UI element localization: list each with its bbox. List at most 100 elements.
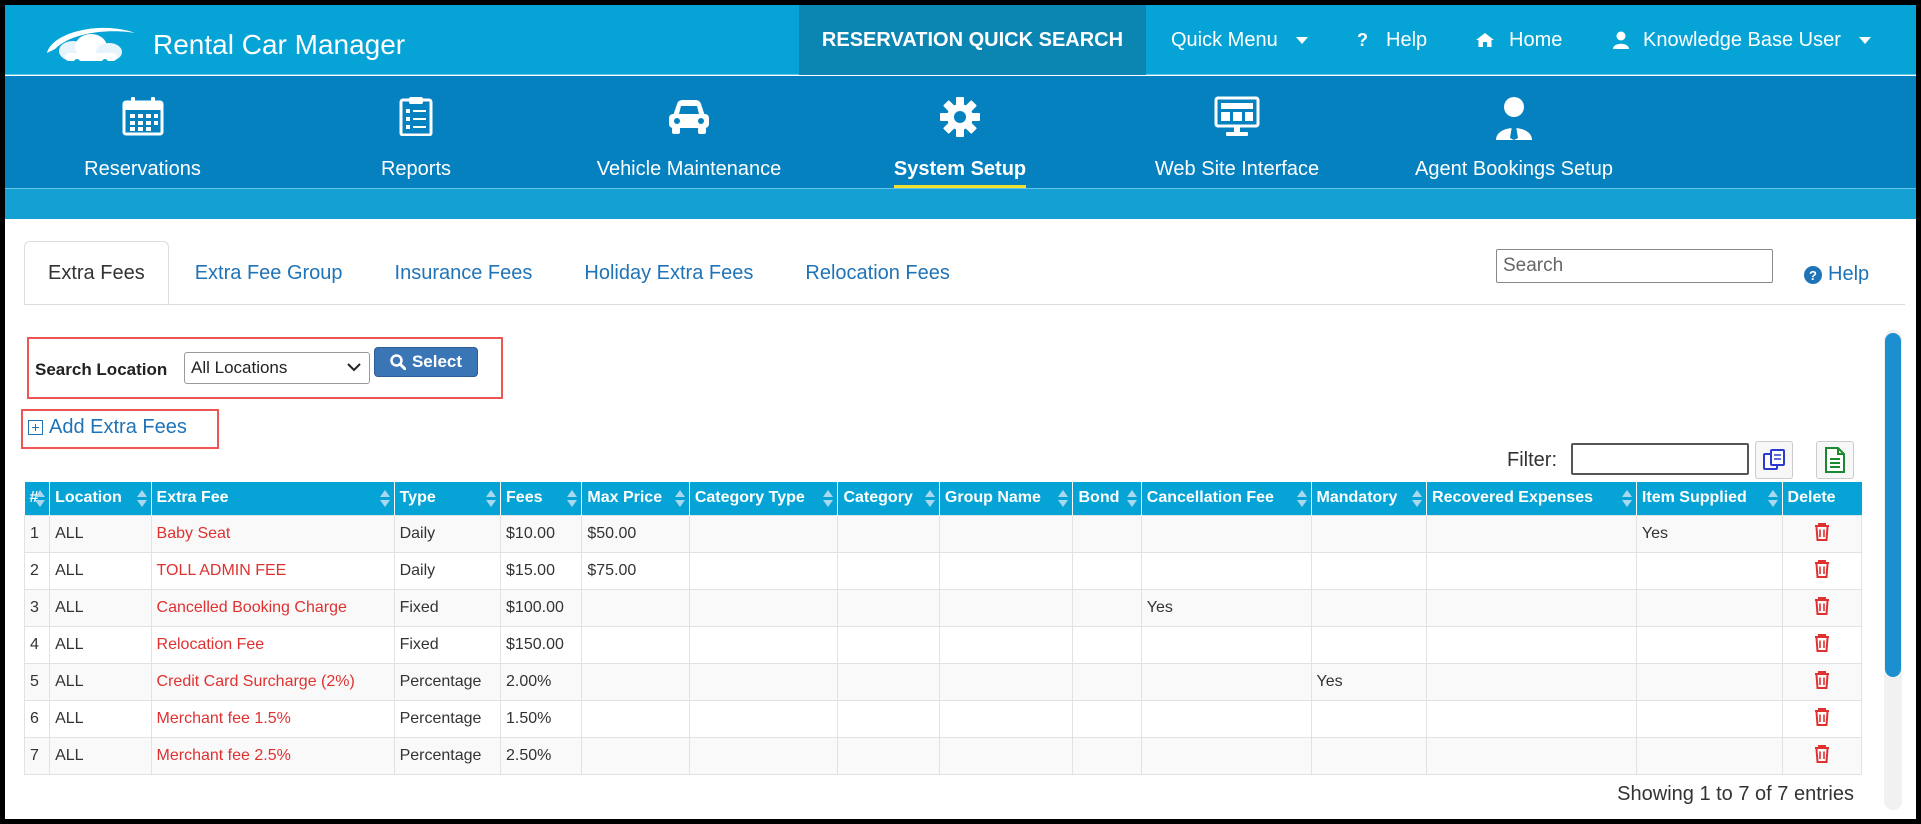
- column-header-mandatory[interactable]: Mandatory: [1310, 482, 1427, 515]
- table-cell: [1426, 736, 1637, 775]
- table-cell: [938, 588, 1074, 627]
- location-select[interactable]: All Locations: [184, 352, 370, 384]
- column-header-recovered-expenses[interactable]: Recovered Expenses: [1426, 482, 1637, 515]
- help-link[interactable]: ? Help: [1804, 263, 1869, 286]
- column-header-extra-fee[interactable]: Extra Fee: [150, 482, 395, 515]
- module-system-setup[interactable]: System Setup: [888, 76, 1032, 188]
- entries-info: Showing 1 to 7 of 7 entries: [1617, 783, 1854, 805]
- table-cell: [1072, 588, 1142, 627]
- table-cell: [938, 662, 1074, 701]
- tab-holiday-extra-fees[interactable]: Holiday Extra Fees: [558, 241, 779, 305]
- sort-icon: [379, 490, 390, 507]
- column-header-category[interactable]: Category: [837, 482, 940, 515]
- table-cell: $100.00: [500, 588, 583, 627]
- cloud-car-logo-icon: [47, 27, 135, 65]
- extra-fee-link[interactable]: Relocation Fee: [150, 625, 395, 664]
- module-web-site-interface[interactable]: Web Site Interface: [1147, 76, 1327, 188]
- table-cell: [1310, 699, 1428, 738]
- table-cell: 6: [23, 699, 51, 738]
- sort-icon: [1126, 490, 1137, 507]
- filter-input[interactable]: [1571, 443, 1749, 475]
- delete-button[interactable]: [1781, 514, 1863, 553]
- extra-fee-link[interactable]: Merchant fee 1.5%: [150, 699, 395, 738]
- extra-fee-link[interactable]: Merchant fee 2.5%: [150, 736, 395, 775]
- extra-fee-link[interactable]: Credit Card Surcharge (2%): [150, 662, 395, 701]
- table-row: 2 ALL TOLL ADMIN FEE Daily $15.00 $75.00: [23, 551, 1863, 590]
- search-input[interactable]: [1496, 249, 1773, 283]
- module-vehicle-maintenance[interactable]: Vehicle Maintenance: [589, 76, 789, 188]
- table-row: 7 ALL Merchant fee 2.5% Percentage 2.50%: [23, 736, 1863, 775]
- table-cell: [1310, 514, 1428, 553]
- module-agent-bookings-setup[interactable]: Agent Bookings Setup: [1407, 76, 1621, 188]
- table-row: 4 ALL Relocation Fee Fixed $150.00: [23, 625, 1863, 664]
- column-header-category-type[interactable]: Category Type: [688, 482, 838, 515]
- table-cell: [938, 699, 1074, 738]
- add-extra-fees-link[interactable]: Add Extra Fees: [28, 416, 187, 439]
- sort-icon: [1412, 490, 1423, 507]
- module-reports[interactable]: Reports: [356, 76, 476, 188]
- table-cell: ALL: [49, 551, 152, 590]
- vertical-scrollbar-thumb[interactable]: [1885, 333, 1901, 677]
- table-cell: [1072, 625, 1142, 664]
- sort-icon: [1058, 490, 1069, 507]
- user-menu-dropdown[interactable]: Knowledge Base User: [1613, 5, 1871, 75]
- top-bar: Rental Car Manager RESERVATION QUICK SEA…: [5, 5, 1916, 75]
- table-cell: [1072, 662, 1142, 701]
- delete-button[interactable]: [1781, 551, 1863, 590]
- delete-button[interactable]: [1781, 588, 1863, 627]
- table-cell: 7: [23, 736, 51, 775]
- table-cell: 2.00%: [500, 662, 583, 701]
- column-header-item-supplied[interactable]: Item Supplied: [1635, 482, 1783, 515]
- sort-icon: [1767, 490, 1778, 507]
- table-cell: [1426, 588, 1637, 627]
- table-row: 5 ALL Credit Card Surcharge (2%) Percentage…: [23, 662, 1863, 701]
- table-cell: $50.00: [581, 514, 690, 553]
- monitor-icon: [1214, 96, 1260, 152]
- column-header-group-name[interactable]: Group Name: [938, 482, 1073, 515]
- table-cell: [1635, 551, 1783, 590]
- table-cell: [581, 662, 690, 701]
- column-header-number[interactable]: #: [24, 482, 50, 515]
- column-header-location[interactable]: Location: [49, 482, 152, 515]
- home-nav-link[interactable]: Home: [1475, 5, 1562, 75]
- delete-button[interactable]: [1781, 699, 1863, 738]
- column-header-max-price[interactable]: Max Price: [581, 482, 690, 515]
- select-button[interactable]: Select: [374, 347, 478, 377]
- extra-fee-link[interactable]: Baby Seat: [150, 514, 395, 553]
- column-header-type[interactable]: Type: [393, 482, 501, 515]
- column-header-bond[interactable]: Bond: [1072, 482, 1142, 515]
- table-cell: 2: [23, 551, 51, 590]
- table-cell: [688, 514, 839, 553]
- table-cell: [1140, 625, 1312, 664]
- table-cell: [581, 588, 690, 627]
- reservation-quick-search-button[interactable]: RESERVATION QUICK SEARCH: [799, 5, 1146, 75]
- tab-extra-fee-group[interactable]: Extra Fee Group: [169, 241, 369, 305]
- quick-menu-dropdown[interactable]: Quick Menu: [1171, 5, 1308, 75]
- table-cell: 1: [23, 514, 51, 553]
- table-cell: [938, 736, 1074, 775]
- table-cell: [837, 625, 940, 664]
- table-cell: Daily: [393, 551, 502, 590]
- filter-label: Filter:: [1507, 449, 1557, 471]
- extra-fee-link[interactable]: Cancelled Booking Charge: [150, 588, 395, 627]
- module-reservations[interactable]: Reservations: [65, 76, 220, 188]
- delete-button[interactable]: [1781, 625, 1863, 664]
- table-cell: 3: [23, 588, 51, 627]
- brand[interactable]: Rental Car Manager: [43, 23, 405, 67]
- tab-extra-fees[interactable]: Extra Fees: [24, 241, 169, 305]
- delete-button[interactable]: [1781, 662, 1863, 701]
- table-cell: [837, 662, 940, 701]
- table-cell: [1635, 588, 1783, 627]
- tab-relocation-fees[interactable]: Relocation Fees: [779, 241, 976, 305]
- help-nav-link[interactable]: ? Help: [1357, 5, 1427, 75]
- export-excel-button[interactable]: [1816, 441, 1854, 479]
- table-cell: $75.00: [581, 551, 690, 590]
- copy-button[interactable]: [1755, 441, 1793, 479]
- extra-fee-link[interactable]: TOLL ADMIN FEE: [150, 551, 395, 590]
- column-header-cancellation-fee[interactable]: Cancellation Fee: [1140, 482, 1312, 515]
- chevron-down-icon: [347, 363, 361, 372]
- tab-insurance-fees[interactable]: Insurance Fees: [369, 241, 559, 305]
- column-header-fees[interactable]: Fees: [500, 482, 582, 515]
- delete-button[interactable]: [1781, 736, 1863, 775]
- quick-menu-label: Quick Menu: [1171, 28, 1278, 51]
